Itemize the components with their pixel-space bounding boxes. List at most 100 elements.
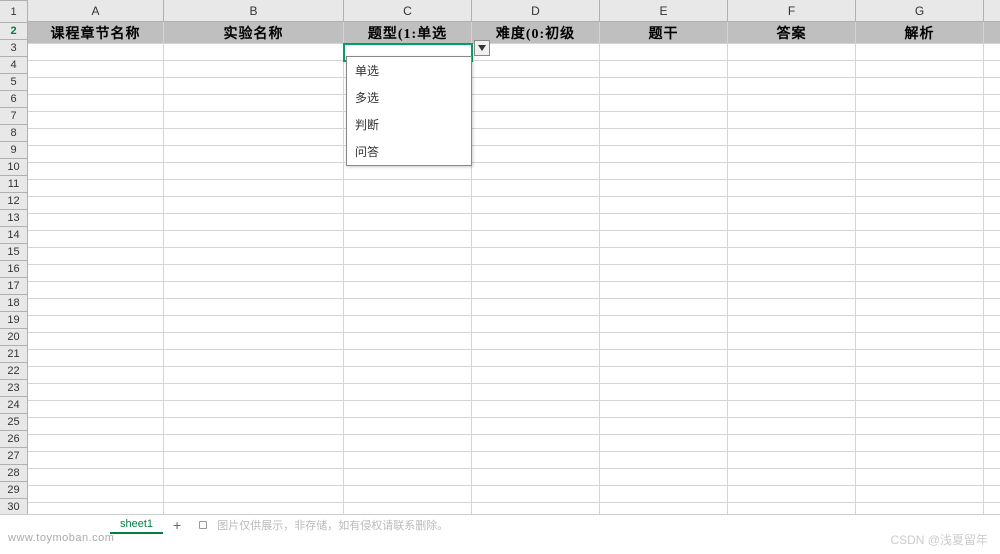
cell[interactable] [984,367,1000,384]
cell[interactable] [344,401,472,418]
scroll-indicator-icon[interactable] [199,521,207,529]
cell[interactable] [856,469,984,486]
cell[interactable] [984,95,1000,112]
row-header[interactable]: 5 [0,74,28,91]
cell[interactable] [728,112,856,129]
cell[interactable] [164,469,344,486]
cell[interactable] [28,248,164,265]
cell[interactable] [600,418,728,435]
cell[interactable] [600,44,728,61]
cell[interactable] [728,214,856,231]
row-header[interactable]: 15 [0,244,28,261]
row-header[interactable]: 16 [0,261,28,278]
cell[interactable] [856,282,984,299]
cell[interactable] [984,333,1000,350]
header-cell[interactable]: 题型(1:单选 [344,22,472,44]
cell[interactable] [984,231,1000,248]
row-header[interactable]: 10 [0,159,28,176]
row-header[interactable]: 30 [0,499,28,514]
cell[interactable] [472,197,600,214]
cell[interactable] [728,401,856,418]
cell[interactable] [856,486,984,503]
cell[interactable] [856,78,984,95]
cell[interactable] [344,367,472,384]
row-header[interactable]: 9 [0,142,28,159]
cell[interactable] [600,180,728,197]
cell[interactable] [28,299,164,316]
header-cell[interactable] [984,22,1000,44]
cell[interactable] [856,180,984,197]
cell[interactable] [28,452,164,469]
col-header-D[interactable]: D [472,0,600,22]
sheet-tab-active[interactable]: sheet1 [110,516,163,534]
cell[interactable] [344,265,472,282]
cell[interactable] [28,435,164,452]
cell[interactable] [164,61,344,78]
cell[interactable] [28,180,164,197]
cell[interactable] [344,486,472,503]
cell[interactable] [600,112,728,129]
cell[interactable] [28,231,164,248]
cell[interactable] [856,231,984,248]
cell[interactable] [728,435,856,452]
cell[interactable] [984,350,1000,367]
cell[interactable] [984,435,1000,452]
cell[interactable] [28,401,164,418]
cell[interactable] [164,129,344,146]
cell[interactable] [344,248,472,265]
cell[interactable] [164,78,344,95]
cell[interactable] [164,503,344,514]
cell[interactable] [856,350,984,367]
cell[interactable] [856,163,984,180]
cell[interactable] [472,265,600,282]
cell[interactable] [984,214,1000,231]
dropdown-item[interactable]: 单选 [347,57,471,84]
row-header[interactable]: 28 [0,465,28,482]
cell[interactable] [728,78,856,95]
cell[interactable] [472,350,600,367]
cell[interactable] [856,146,984,163]
cell[interactable] [164,95,344,112]
cell[interactable] [472,486,600,503]
cell[interactable] [28,129,164,146]
row-header[interactable]: 21 [0,346,28,363]
cell[interactable] [728,367,856,384]
cell[interactable] [600,367,728,384]
cell[interactable] [344,299,472,316]
col-header-A[interactable]: A [28,0,164,22]
cell[interactable] [728,248,856,265]
cell[interactable] [984,316,1000,333]
cell[interactable] [28,367,164,384]
cell[interactable] [164,299,344,316]
row-header[interactable]: 14 [0,227,28,244]
cell[interactable] [164,367,344,384]
header-cell[interactable]: 课程章节名称 [28,22,164,44]
cell[interactable] [600,384,728,401]
row-header[interactable]: 19 [0,312,28,329]
cell[interactable] [472,180,600,197]
cell[interactable] [472,282,600,299]
row-header[interactable]: 6 [0,91,28,108]
cell[interactable] [344,452,472,469]
cell[interactable] [164,401,344,418]
cell[interactable] [984,248,1000,265]
cell[interactable] [28,44,164,61]
row-header[interactable]: 27 [0,448,28,465]
cell[interactable] [856,401,984,418]
cell[interactable] [600,503,728,514]
cell[interactable] [472,95,600,112]
cell[interactable] [28,333,164,350]
cell[interactable] [472,231,600,248]
cell[interactable] [984,401,1000,418]
row-header[interactable]: 3 [0,40,28,57]
cell[interactable] [600,265,728,282]
cell[interactable] [28,61,164,78]
cell[interactable] [472,452,600,469]
cell[interactable] [164,180,344,197]
row-header[interactable]: 24 [0,397,28,414]
cell[interactable] [164,486,344,503]
cell[interactable] [984,384,1000,401]
cell[interactable] [28,282,164,299]
cell[interactable] [28,418,164,435]
cell[interactable] [28,146,164,163]
